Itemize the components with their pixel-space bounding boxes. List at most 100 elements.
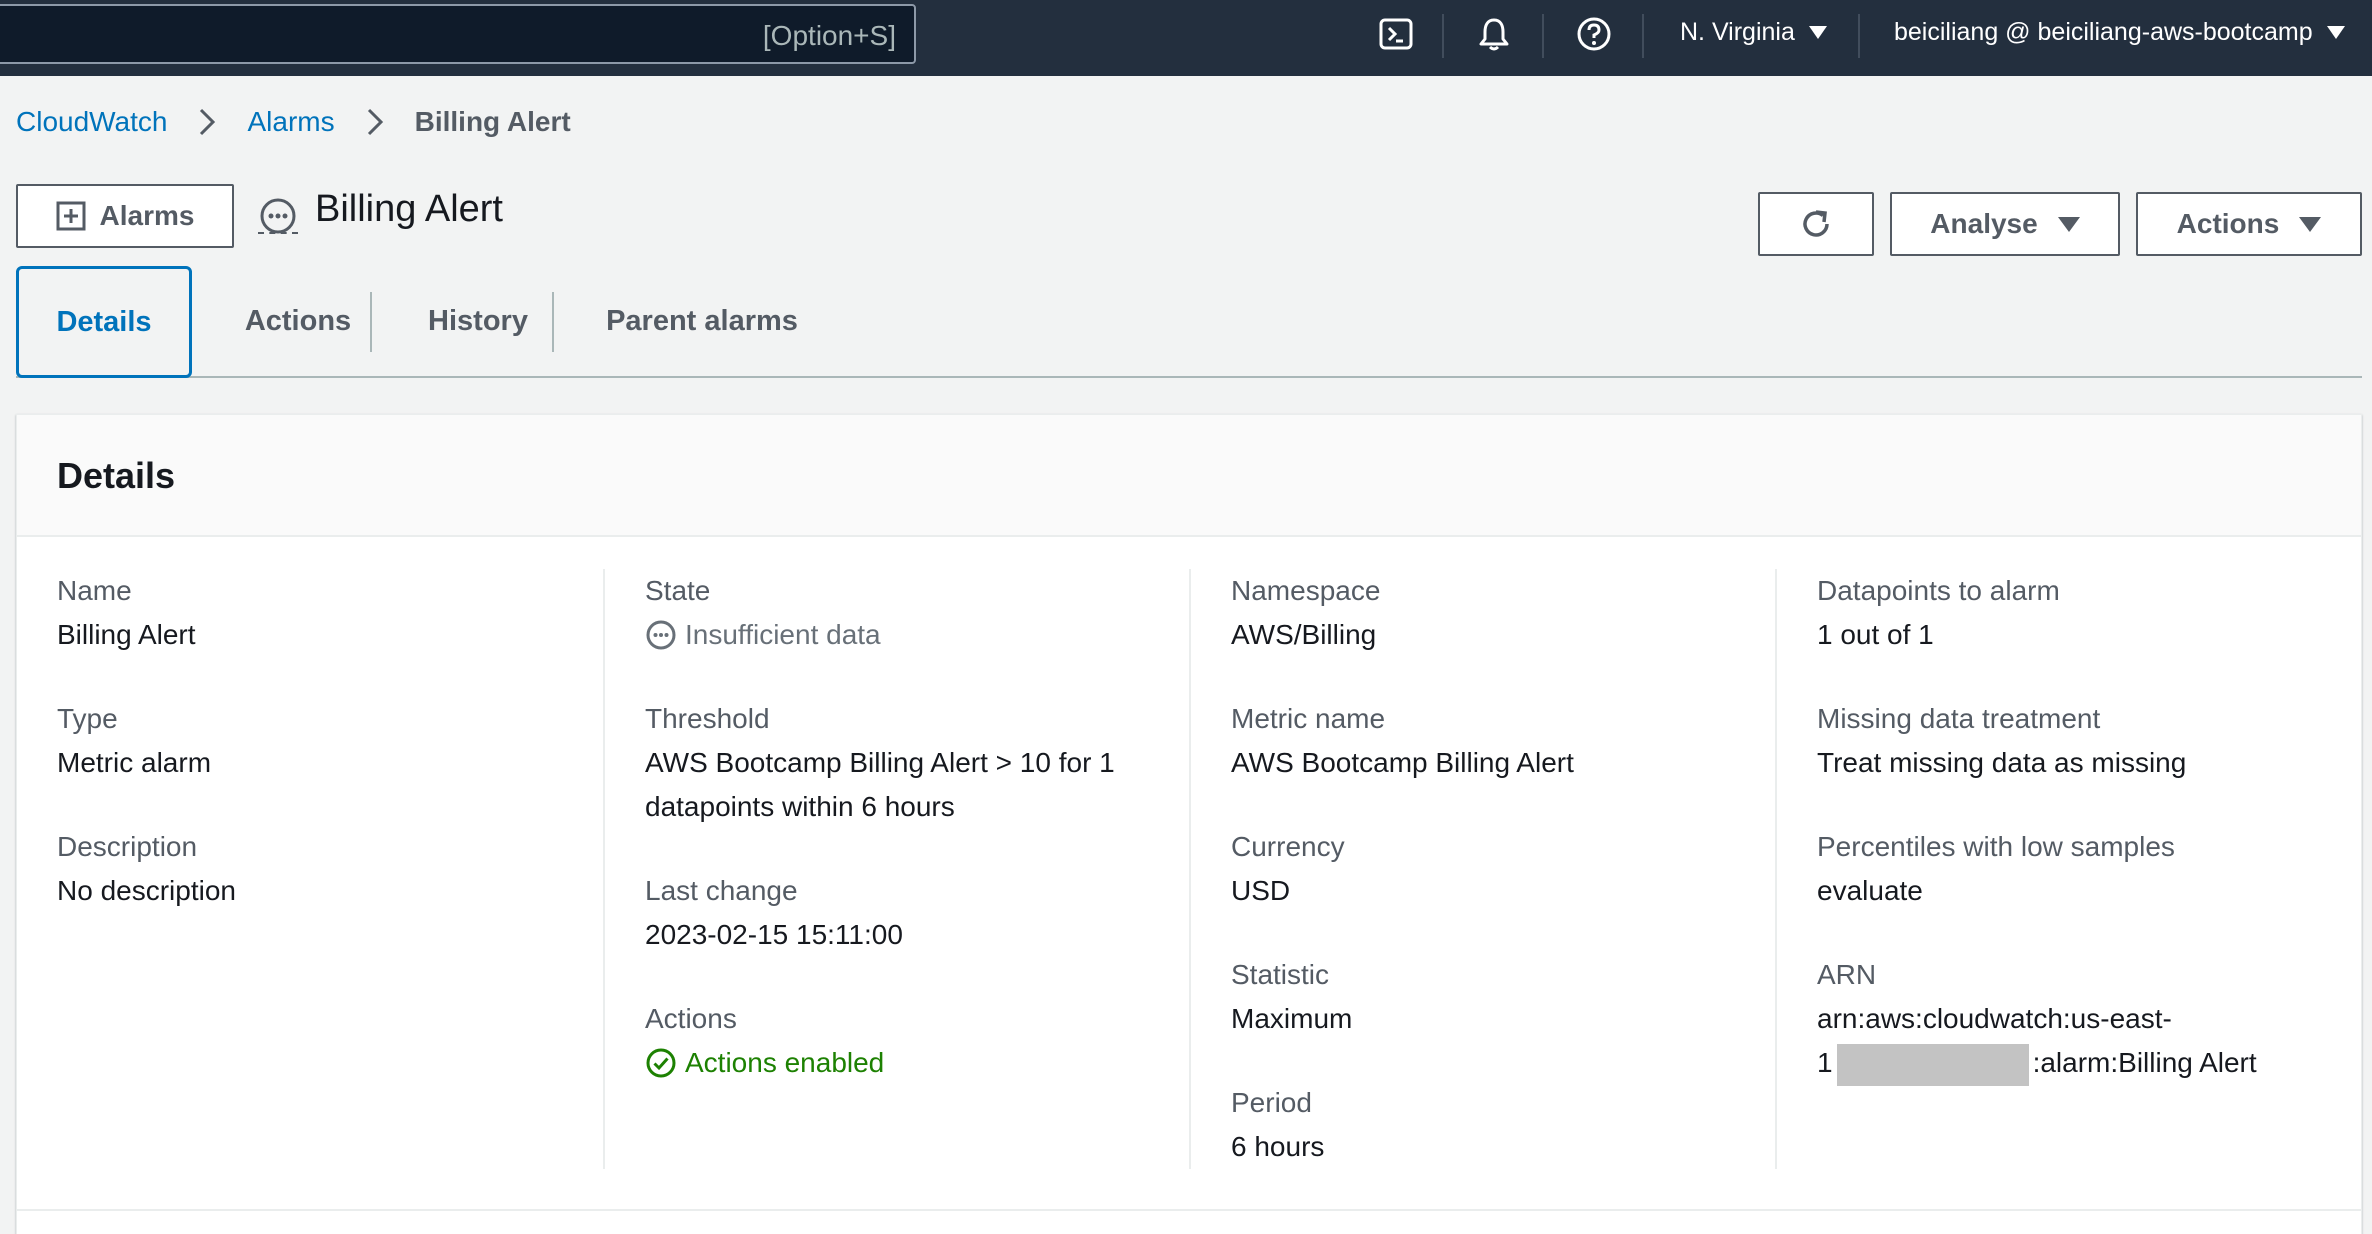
field-value: Treat missing data as missing bbox=[1817, 747, 2187, 778]
analyse-dropdown-button[interactable]: Analyse bbox=[1890, 192, 2120, 256]
refresh-icon bbox=[1803, 210, 1829, 237]
tab-divider bbox=[552, 292, 554, 352]
arn-value: arn:aws:cloudwatch:us-east- 1 :alarm:Bill… bbox=[1817, 997, 2337, 1086]
account-menu[interactable]: beiciliang @ beiciliang-aws-bootcamp bbox=[1894, 18, 2345, 47]
field-description: Description No description bbox=[57, 825, 577, 913]
field-label: Period bbox=[1231, 1087, 1312, 1118]
tab-actions[interactable]: Actions bbox=[208, 266, 388, 376]
page-title: Billing Alert bbox=[315, 188, 503, 230]
field-datapoints: Datapoints to alarm 1 out of 1 bbox=[1817, 569, 2337, 657]
field-label: Type bbox=[57, 703, 118, 734]
tab-details[interactable]: Details bbox=[16, 266, 192, 378]
field-state: State Insufficient data bbox=[645, 569, 1165, 657]
field-actions: Actions Actions enabled bbox=[645, 997, 1165, 1085]
field-last-change: Last change 2023-02-15 15:11:00 bbox=[645, 869, 1165, 957]
arn-suffix: :alarm:Billing Alert bbox=[2032, 1047, 2257, 1078]
redacted-account-id bbox=[1836, 1043, 2029, 1086]
field-label: Name bbox=[57, 575, 132, 606]
chevron-right-icon bbox=[355, 102, 395, 142]
field-value: 6 hours bbox=[1231, 1131, 1325, 1162]
field-label: ARN bbox=[1817, 959, 1877, 990]
top-navigation-bar: [Option+S] N. Virginia beiciliang @ beic… bbox=[0, 0, 2372, 76]
field-value: Metric alarm bbox=[57, 747, 212, 778]
breadcrumb: CloudWatch Alarms Billing Alert bbox=[16, 102, 571, 142]
field-label: Actions bbox=[645, 1003, 737, 1034]
help-icon[interactable] bbox=[1574, 14, 1614, 54]
field-label: Description bbox=[57, 831, 198, 862]
nav-divider bbox=[1542, 14, 1544, 58]
search-shortcut-hint: [Option+S] bbox=[762, 20, 896, 51]
actions-dropdown-button[interactable]: Actions bbox=[2136, 192, 2362, 256]
breadcrumb-alarms[interactable]: Alarms bbox=[247, 106, 334, 138]
chevron-down-icon bbox=[2057, 216, 2080, 232]
breadcrumb-cloudwatch[interactable]: CloudWatch bbox=[16, 106, 167, 138]
details-column-2: State Insufficient data Threshold AWS Bo… bbox=[605, 569, 1191, 1169]
account-label: beiciliang @ beiciliang-aws-bootcamp bbox=[1894, 18, 2313, 46]
cloudshell-icon[interactable] bbox=[1376, 14, 1416, 54]
expand-icon bbox=[56, 201, 86, 231]
actions-label: Actions bbox=[2176, 208, 2280, 239]
field-label: Currency bbox=[1231, 831, 1345, 862]
field-value: Billing Alert bbox=[57, 619, 196, 650]
region-selector[interactable]: N. Virginia bbox=[1680, 18, 1827, 47]
field-label: State bbox=[645, 575, 711, 606]
chevron-down-icon bbox=[2326, 26, 2345, 39]
insufficient-data-icon bbox=[646, 620, 676, 650]
state-value: Insufficient data bbox=[685, 619, 881, 650]
field-value: evaluate bbox=[1817, 875, 1923, 906]
refresh-button[interactable] bbox=[1758, 192, 1874, 256]
details-column-1: Name Billing Alert Type Metric alarm Des… bbox=[17, 569, 603, 1169]
field-value: AWS Bootcamp Billing Alert bbox=[1231, 747, 1574, 778]
field-period: Period 6 hours bbox=[1231, 1081, 1751, 1169]
tab-history[interactable]: History bbox=[388, 266, 568, 376]
field-value: 1 out of 1 bbox=[1817, 619, 1934, 650]
arn-prefix: arn:aws:cloudwatch:us-east- bbox=[1817, 1003, 2172, 1034]
nav-divider bbox=[1858, 14, 1860, 58]
field-value: AWS/Billing bbox=[1231, 619, 1377, 650]
breadcrumb-current: Billing Alert bbox=[414, 106, 571, 137]
alarms-panel-toggle-button[interactable]: Alarms bbox=[16, 184, 234, 248]
panel-divider bbox=[17, 1209, 2361, 1211]
field-namespace: Namespace AWS/Billing bbox=[1231, 569, 1751, 657]
field-value: AWS Bootcamp Billing Alert > 10 for 1 da… bbox=[645, 747, 1115, 822]
alarms-button-label: Alarms bbox=[99, 200, 195, 231]
details-column-4: Datapoints to alarm 1 out of 1 Missing d… bbox=[1777, 569, 2363, 1169]
details-panel-title: Details bbox=[57, 455, 176, 496]
field-threshold: Threshold AWS Bootcamp Billing Alert > 1… bbox=[645, 697, 1165, 829]
field-label: Metric name bbox=[1231, 703, 1386, 734]
insufficient-data-icon bbox=[260, 198, 296, 234]
arn-region-suffix: 1 bbox=[1817, 1047, 1833, 1078]
tab-divider bbox=[370, 292, 372, 352]
field-value: Maximum bbox=[1231, 1003, 1353, 1034]
field-currency: Currency USD bbox=[1231, 825, 1751, 913]
details-panel-header: Details bbox=[17, 415, 2361, 537]
notifications-icon[interactable] bbox=[1474, 14, 1514, 54]
search-input[interactable]: [Option+S] bbox=[0, 4, 916, 64]
check-circle-icon bbox=[646, 1048, 676, 1078]
actions-value: Actions enabled bbox=[685, 1047, 885, 1078]
details-column-3: Namespace AWS/Billing Metric name AWS Bo… bbox=[1191, 569, 1777, 1169]
nav-divider bbox=[1642, 14, 1644, 58]
field-value: USD bbox=[1231, 875, 1291, 906]
actions-status: Actions enabled bbox=[645, 1041, 1165, 1085]
field-missing-data: Missing data treatment Treat missing dat… bbox=[1817, 697, 2337, 785]
field-name: Name Billing Alert bbox=[57, 569, 577, 657]
field-percentiles: Percentiles with low samples evaluate bbox=[1817, 825, 2337, 913]
field-label: Last change bbox=[645, 875, 798, 906]
field-label: Datapoints to alarm bbox=[1817, 575, 2060, 606]
analyse-label: Analyse bbox=[1930, 208, 2038, 239]
nav-divider bbox=[1442, 14, 1444, 58]
field-label: Missing data treatment bbox=[1817, 703, 2101, 734]
tab-parent-alarms[interactable]: Parent alarms bbox=[572, 266, 832, 376]
state-status: Insufficient data bbox=[645, 613, 1165, 657]
field-arn: ARN arn:aws:cloudwatch:us-east- 1 :alarm:… bbox=[1817, 953, 2337, 1086]
title-icon-underline bbox=[258, 232, 298, 234]
field-statistic: Statistic Maximum bbox=[1231, 953, 1751, 1041]
field-value: No description bbox=[57, 875, 236, 906]
chevron-down-icon bbox=[1808, 26, 1827, 39]
field-label: Namespace bbox=[1231, 575, 1381, 606]
field-type: Type Metric alarm bbox=[57, 697, 577, 785]
field-label: Percentiles with low samples bbox=[1817, 831, 2175, 862]
field-label: Threshold bbox=[645, 703, 770, 734]
field-value: 2023-02-15 15:11:00 bbox=[645, 919, 903, 950]
